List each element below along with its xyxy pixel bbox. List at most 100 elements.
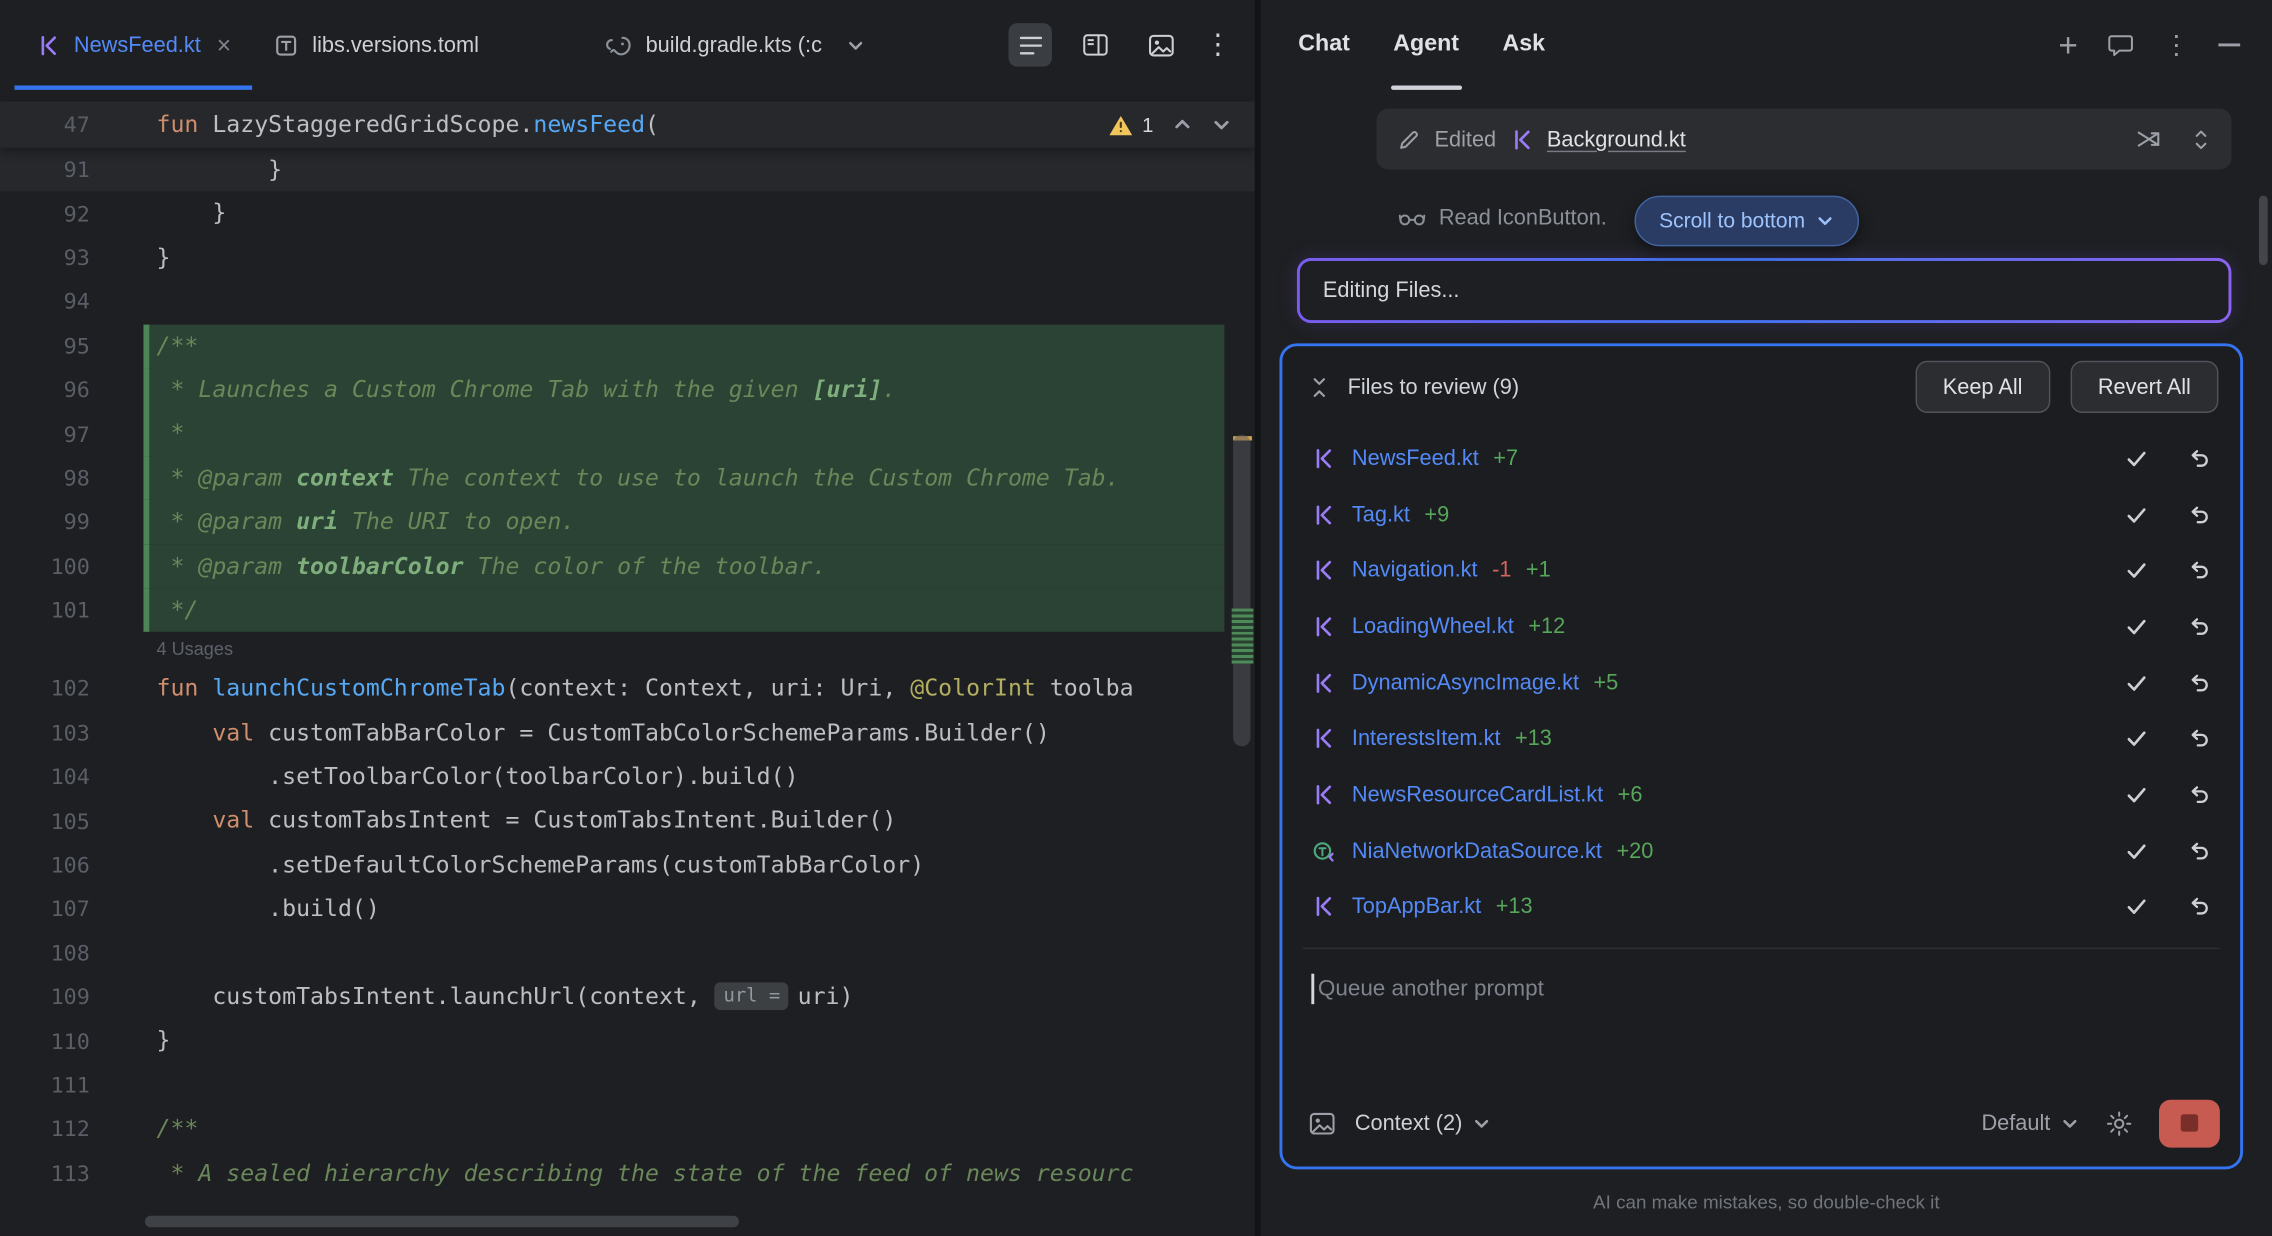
context-selector[interactable]: Context (2) bbox=[1336, 1111, 1491, 1136]
files-to-review-title: Files to review (9) bbox=[1348, 375, 1520, 400]
model-label: Default bbox=[1981, 1111, 2050, 1136]
keep-file-button[interactable] bbox=[2124, 502, 2149, 527]
editor-horizontal-scrollbar[interactable] bbox=[145, 1216, 739, 1228]
review-file-name[interactable]: NiaNetworkDataSource.kt bbox=[1352, 838, 1602, 863]
review-file-name[interactable]: NewsResourceCardList.kt bbox=[1352, 782, 1603, 807]
kotlin-file-icon bbox=[36, 33, 61, 58]
added-lines-badge: +9 bbox=[1424, 502, 1449, 527]
revert-file-button[interactable] bbox=[2187, 558, 2212, 583]
inlay-hint-chip: url = bbox=[715, 982, 789, 1010]
keep-check-icon bbox=[2124, 558, 2149, 583]
review-file-row[interactable]: LoadingWheel.kt+12 bbox=[1282, 599, 2240, 655]
line-number: 106 bbox=[0, 852, 90, 878]
settings-gear-icon[interactable] bbox=[2105, 1109, 2133, 1137]
editor-toolbar: ⋮ bbox=[1009, 0, 1255, 90]
code-line-98: 98 * @param context The context to use t… bbox=[0, 456, 1255, 500]
kotlin-file-icon bbox=[1311, 726, 1336, 751]
chat-scrollbar[interactable] bbox=[2259, 196, 2268, 266]
review-file-row[interactable]: Tag.kt +9 bbox=[1282, 486, 2240, 542]
review-file-name[interactable]: Navigation.kt bbox=[1352, 558, 1478, 583]
scroll-to-bottom-button[interactable]: Scroll to bottom bbox=[1634, 196, 1858, 247]
revert-file-button[interactable] bbox=[2187, 502, 2212, 527]
collapse-icon[interactable] bbox=[1308, 375, 1330, 400]
warning-count: 1 bbox=[1142, 113, 1153, 136]
revert-file-button[interactable] bbox=[2187, 838, 2212, 863]
review-file-row[interactable]: InterestsItem.kt+13 bbox=[1282, 711, 2240, 767]
prompt-input[interactable]: Queue another prompt bbox=[1311, 974, 1544, 1004]
editor-vertical-scrollbar[interactable] bbox=[1233, 435, 1250, 747]
code-line-105: 105 val customTabsIntent = CustomTabsInt… bbox=[0, 799, 1255, 843]
attach-image-icon[interactable] bbox=[1308, 1111, 1336, 1136]
chat-tab-ask[interactable]: Ask bbox=[1502, 0, 1545, 90]
keep-file-button[interactable] bbox=[2124, 726, 2149, 751]
expand-collapse-icon[interactable] bbox=[2191, 127, 2211, 152]
model-selector[interactable]: Default bbox=[1981, 1111, 2079, 1136]
warning-icon[interactable] bbox=[1109, 114, 1134, 136]
new-chat-icon[interactable]: + bbox=[2058, 28, 2077, 61]
revert-file-button[interactable] bbox=[2187, 670, 2212, 695]
review-file-row[interactable]: NiaNetworkDataSource.kt+20 bbox=[1282, 823, 2240, 879]
view-mode-list-icon[interactable] bbox=[1009, 23, 1052, 66]
keep-file-button[interactable] bbox=[2124, 670, 2149, 695]
line-number: 92 bbox=[0, 201, 90, 227]
sticky-code-header: 47 fun LazyStaggeredGridScope.newsFeed( … bbox=[0, 101, 1255, 147]
hide-panel-icon[interactable] bbox=[2218, 43, 2240, 46]
chevron-down-icon bbox=[2060, 1114, 2079, 1133]
keep-file-button[interactable] bbox=[2124, 895, 2149, 920]
revert-all-button[interactable]: Revert All bbox=[2070, 361, 2218, 413]
usages-inlay-hint[interactable]: 4 Usages bbox=[0, 632, 1255, 667]
revert-file-button[interactable] bbox=[2187, 446, 2212, 471]
chat-tab-chat[interactable]: Chat bbox=[1298, 0, 1350, 90]
revert-file-button[interactable] bbox=[2187, 782, 2212, 807]
revert-undo-icon bbox=[2187, 614, 2212, 639]
review-file-name[interactable]: LoadingWheel.kt bbox=[1352, 614, 1514, 639]
keep-check-icon bbox=[2124, 670, 2149, 695]
keep-file-button[interactable] bbox=[2124, 838, 2149, 863]
prev-warning-icon[interactable] bbox=[1172, 114, 1192, 134]
keep-file-button[interactable] bbox=[2124, 614, 2149, 639]
review-file-name[interactable]: NewsFeed.kt bbox=[1352, 446, 1479, 471]
editor-more-options-icon[interactable]: ⋮ bbox=[1204, 28, 1232, 61]
close-tab-icon[interactable]: × bbox=[217, 33, 231, 58]
review-file-row[interactable]: TopAppBar.kt +13 bbox=[1282, 879, 2240, 935]
conversations-icon[interactable] bbox=[2107, 32, 2135, 58]
review-file-row[interactable]: Navigation.kt-1+1 bbox=[1282, 542, 2240, 598]
editor-tab-newsfeed[interactable]: NewsFeed.kt× bbox=[14, 0, 252, 90]
added-lines-badge: +6 bbox=[1618, 782, 1643, 807]
chevron-down-icon bbox=[1472, 1114, 1491, 1133]
show-diff-icon[interactable] bbox=[2136, 128, 2162, 151]
split-editor-icon[interactable] bbox=[1074, 23, 1117, 66]
edited-file-card[interactable]: Edited Background.kt bbox=[1377, 109, 2232, 170]
code-line-99: 99 * @param uri The URI to open. bbox=[0, 500, 1255, 544]
keep-file-button[interactable] bbox=[2124, 782, 2149, 807]
keep-file-button[interactable] bbox=[2124, 446, 2149, 471]
stop-button[interactable] bbox=[2159, 1099, 2220, 1147]
revert-file-button[interactable] bbox=[2187, 726, 2212, 751]
revert-file-button[interactable] bbox=[2187, 614, 2212, 639]
review-file-name[interactable]: InterestsItem.kt bbox=[1352, 726, 1501, 751]
editor-tab-libs-versions-toml[interactable]: libs.versions.toml bbox=[253, 0, 501, 90]
revert-undo-icon bbox=[2187, 895, 2212, 920]
review-file-name[interactable]: DynamicAsyncImage.kt bbox=[1352, 670, 1579, 695]
revert-file-button[interactable] bbox=[2187, 895, 2212, 920]
edited-file-link[interactable]: Background.kt bbox=[1547, 127, 1686, 152]
line-number: 102 bbox=[0, 676, 90, 702]
review-file-name[interactable]: Tag.kt bbox=[1352, 502, 1410, 527]
editor-tab-build-gradle[interactable]: build.gradle.kts (:c bbox=[582, 0, 887, 90]
chat-more-options-icon[interactable]: ⋮ bbox=[2163, 30, 2189, 60]
review-file-row[interactable]: NewsFeed.kt+7 bbox=[1282, 430, 2240, 486]
added-lines-badge: +13 bbox=[1496, 895, 1533, 920]
ai-chat-panel: Chat Agent Ask + ⋮ Edited Background.kt Re… bbox=[1261, 0, 2272, 1236]
review-file-row[interactable]: DynamicAsyncImage.kt+5 bbox=[1282, 655, 2240, 711]
keep-file-button[interactable] bbox=[2124, 558, 2149, 583]
review-file-name[interactable]: TopAppBar.kt bbox=[1352, 895, 1481, 920]
line-number: 94 bbox=[0, 289, 90, 315]
keep-all-button[interactable]: Keep All bbox=[1915, 361, 2050, 413]
screenshot-image-icon[interactable] bbox=[1139, 23, 1182, 66]
review-file-row[interactable]: NewsResourceCardList.kt +6 bbox=[1282, 767, 2240, 823]
line-number: 100 bbox=[0, 553, 90, 579]
diff-added-gutter-bar bbox=[143, 412, 149, 456]
chat-tab-agent[interactable]: Agent bbox=[1393, 0, 1459, 90]
status-label: Editing Files... bbox=[1323, 278, 1460, 303]
next-warning-icon[interactable] bbox=[1211, 114, 1231, 134]
